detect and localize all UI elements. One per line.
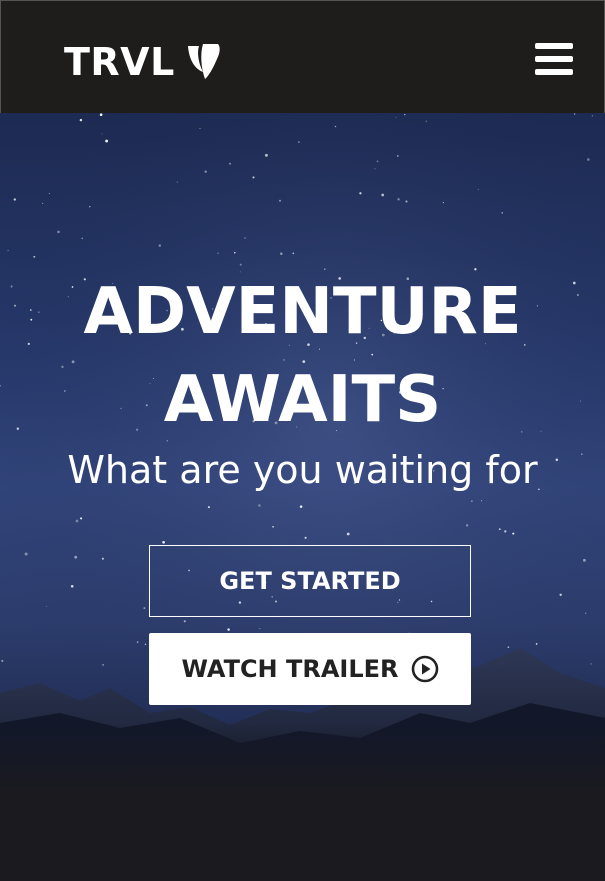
hero-title-line-2: AWAITS <box>163 363 442 437</box>
watch-trailer-label: WATCH TRAILER <box>181 655 399 683</box>
typo3-shield-icon <box>187 44 220 79</box>
get-started-label: GET STARTED <box>219 567 401 595</box>
get-started-button[interactable]: GET STARTED <box>149 545 471 617</box>
page-bottom-area <box>0 793 605 881</box>
hero-title: ADVENTURE AWAITS <box>0 268 605 444</box>
logo-text: TRVL <box>64 40 175 84</box>
hero-section: ADVENTURE AWAITS What are you waiting fo… <box>0 113 605 793</box>
logo[interactable]: TRVL <box>64 39 221 85</box>
hero-bottom-fade <box>0 723 605 793</box>
watch-trailer-button[interactable]: WATCH TRAILER <box>149 633 471 705</box>
play-circle-icon <box>411 655 438 683</box>
top-navbar: TRVL <box>0 0 605 113</box>
hero-subtitle: What are you waiting for <box>67 448 538 492</box>
hamburger-menu-icon[interactable] <box>535 43 573 75</box>
hero-title-line-1: ADVENTURE <box>83 275 522 349</box>
